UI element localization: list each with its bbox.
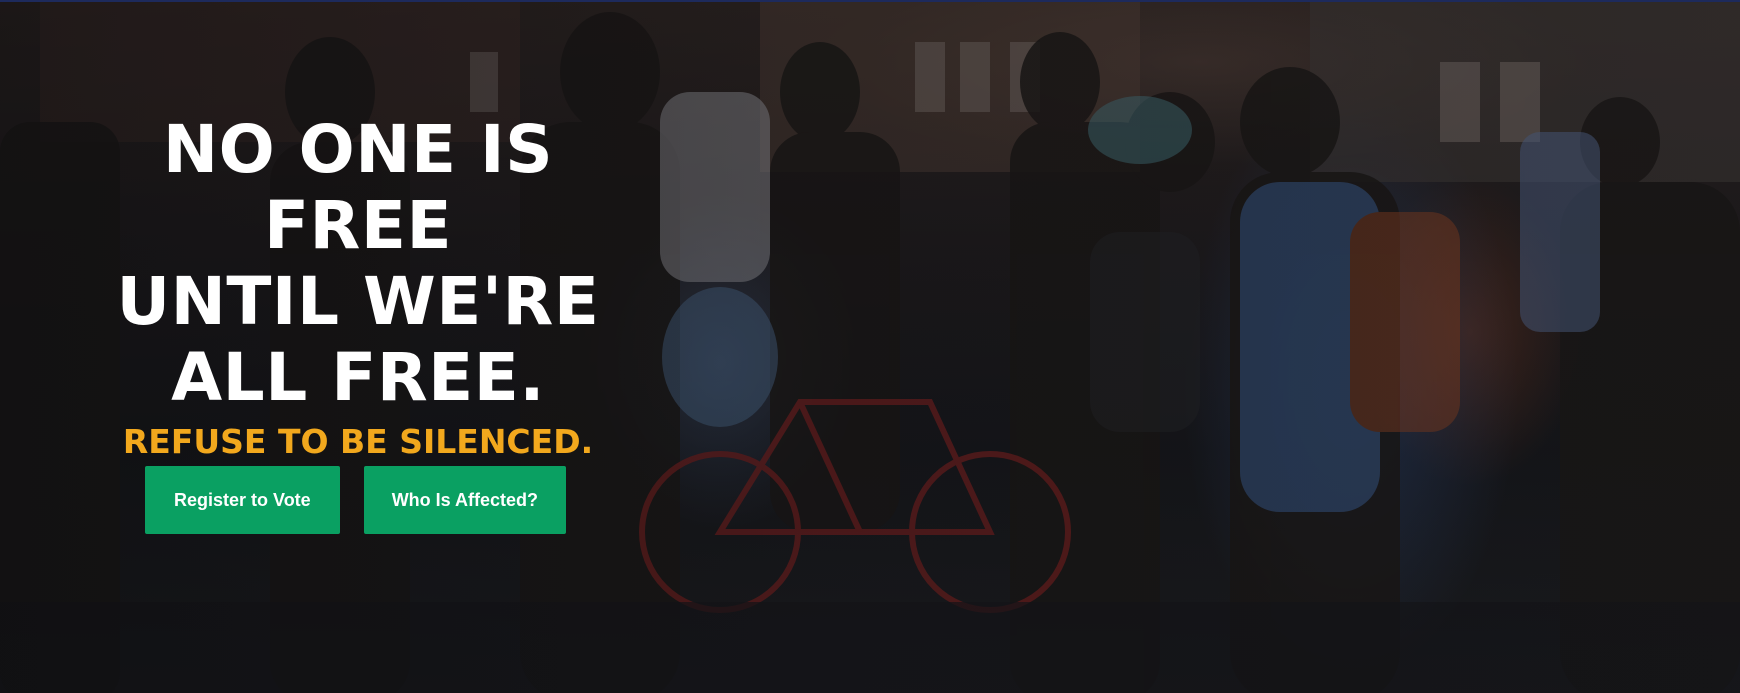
register-to-vote-button[interactable]: Register to Vote [145,466,340,534]
hero-actions: Register to Vote Who Is Affected? [145,466,567,534]
headline: NO ONE IS FREE UNTIL WE'RE ALL FREE. [58,112,658,416]
who-is-affected-button[interactable]: Who Is Affected? [363,466,567,534]
headline-line: UNTIL WE'RE [116,263,600,340]
subheadline: REFUSE TO BE SILENCED. [122,422,594,461]
headline-line: ALL FREE. [171,339,545,416]
headline-line: NO ONE IS FREE [162,111,554,264]
hero-text-block: NO ONE IS FREE UNTIL WE'RE ALL FREE. REF… [58,112,658,462]
hero-section: NO ONE IS FREE UNTIL WE'RE ALL FREE. REF… [0,0,1740,693]
